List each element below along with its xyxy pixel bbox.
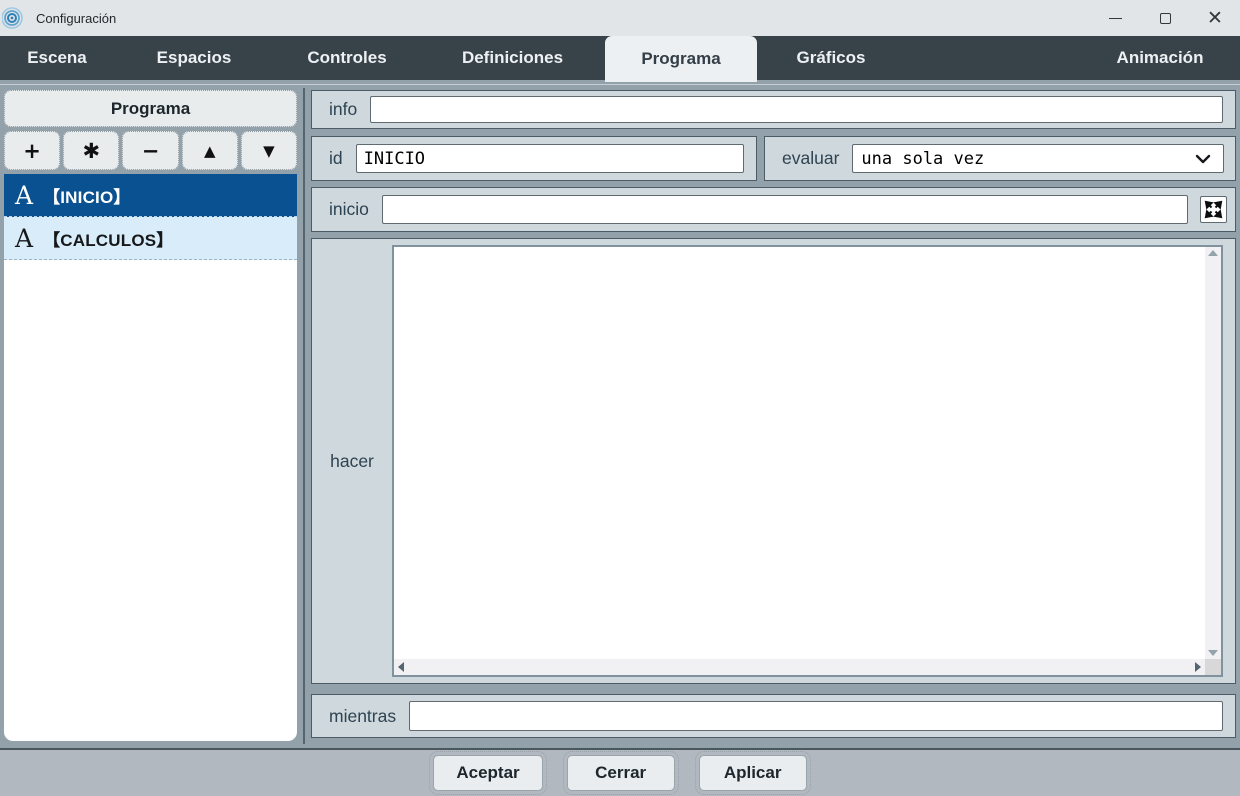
evaluar-row: evaluar una sola vez <box>764 136 1236 181</box>
panel-divider <box>303 88 305 744</box>
dialog-footer: Aceptar Cerrar Aplicar <box>0 748 1240 796</box>
scroll-right-icon <box>1195 662 1201 672</box>
list-item-inicio[interactable]: A 【INICIO】 <box>4 174 297 217</box>
algorithm-type-icon: A <box>15 223 34 253</box>
mientras-row: mientras <box>311 694 1236 738</box>
tab-graficos[interactable]: Gráficos <box>757 36 905 80</box>
hacer-textarea[interactable] <box>394 247 1205 659</box>
tab-programa[interactable]: Programa <box>605 36 757 82</box>
inicio-row: inicio <box>311 187 1236 232</box>
hacer-editor <box>392 245 1223 677</box>
id-label: id <box>329 148 343 168</box>
vertical-scrollbar[interactable] <box>1205 247 1221 659</box>
scroll-down-icon <box>1208 650 1218 656</box>
program-list-toolbar: + ✱ − ▲ ▼ <box>4 131 298 170</box>
list-item-label: 【INICIO】 <box>43 187 131 207</box>
move-up-button[interactable]: ▲ <box>181 131 238 170</box>
program-list: A 【INICIO】 A 【CALCULOS】 <box>4 174 297 741</box>
scroll-left-icon <box>398 662 404 672</box>
accept-button[interactable]: Aceptar <box>429 751 547 795</box>
close-icon: ✕ <box>1207 7 1223 29</box>
duplicate-program-button[interactable]: ✱ <box>63 131 120 170</box>
tab-escena[interactable]: Escena <box>0 36 114 80</box>
scrollbar-corner <box>1205 659 1221 675</box>
hacer-row: hacer <box>311 238 1236 684</box>
hacer-label: hacer <box>330 450 374 471</box>
evaluar-select[interactable]: una sola vez <box>852 144 1224 173</box>
info-row: info <box>311 90 1236 129</box>
id-row: id <box>311 136 757 181</box>
list-item-calculos[interactable]: A 【CALCULOS】 <box>4 217 297 260</box>
config-tab-bar: Escena Espacios Controles Definiciones P… <box>0 36 1240 82</box>
info-label: info <box>329 99 358 119</box>
tab-definiciones[interactable]: Definiciones <box>420 36 605 80</box>
list-item-label: 【CALCULOS】 <box>43 230 174 250</box>
id-input[interactable] <box>355 144 744 173</box>
maximize-icon <box>1159 12 1171 24</box>
move-down-button[interactable]: ▼ <box>240 131 298 170</box>
mientras-label: mientras <box>329 705 397 726</box>
tab-animacion[interactable]: Animación <box>1080 36 1240 80</box>
title-bar: Configuración ✕ <box>0 0 1240 36</box>
algorithm-type-icon: A <box>15 180 34 210</box>
remove-program-button[interactable]: − <box>122 131 179 170</box>
cancel-button[interactable]: Cerrar <box>562 751 679 795</box>
evaluar-label: evaluar <box>782 148 840 168</box>
tab-espacios[interactable]: Espacios <box>114 36 274 80</box>
tabbar-divider <box>0 84 1240 85</box>
inicio-label: inicio <box>329 199 369 219</box>
chevron-down-icon <box>1195 154 1211 163</box>
add-program-button[interactable]: + <box>4 131 61 170</box>
mientras-input[interactable] <box>409 701 1223 731</box>
expand-editor-button[interactable] <box>1200 196 1227 223</box>
program-list-header: Programa <box>4 90 297 127</box>
expand-arrows-icon <box>1204 200 1223 219</box>
minimize-button[interactable] <box>1090 0 1140 36</box>
evaluar-selected-value: una sola vez <box>861 148 985 169</box>
horizontal-scrollbar[interactable] <box>394 659 1205 675</box>
window-title: Configuración <box>36 10 117 26</box>
close-button[interactable]: ✕ <box>1190 0 1240 36</box>
maximize-button[interactable] <box>1140 0 1190 36</box>
scroll-up-icon <box>1208 250 1218 256</box>
tab-controles[interactable]: Controles <box>274 36 420 80</box>
window-controls: ✕ <box>1090 0 1240 36</box>
minimize-icon <box>1108 17 1122 19</box>
inicio-input[interactable] <box>381 195 1188 224</box>
apply-button[interactable]: Aplicar <box>694 751 811 795</box>
info-input[interactable] <box>370 96 1223 123</box>
app-logo-icon <box>2 7 23 29</box>
